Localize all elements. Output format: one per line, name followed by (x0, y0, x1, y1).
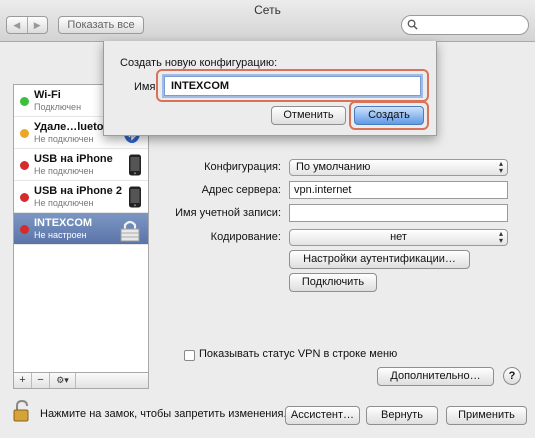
remove-service-button[interactable]: − (32, 373, 50, 388)
sheet-title: Создать новую конфигурацию: (120, 57, 278, 69)
lock-message: Нажмите на замок, чтобы запретить измене… (40, 408, 287, 420)
lock-icon[interactable] (12, 400, 32, 422)
title-bar: Сеть ◀ ▶ Показать все (0, 0, 535, 42)
service-name: Wi-Fi (34, 89, 61, 101)
status-dot (20, 193, 29, 202)
iphone-icon (129, 154, 141, 176)
service-item-usb-iphone[interactable]: USB на iPhone Не подключен (14, 149, 148, 181)
name-field-highlight (156, 69, 429, 102)
show-vpn-status-label: Показывать статус VPN в строке меню (199, 348, 398, 360)
advanced-button[interactable]: Дополнительно… (377, 367, 494, 386)
action-menu-button[interactable]: ⚙▾ (50, 373, 76, 388)
service-list-toolbar: + − ⚙▾ (13, 373, 149, 389)
status-dot (20, 97, 29, 106)
name-label: Имя (134, 81, 156, 93)
encryption-value: нет (390, 231, 407, 243)
add-service-button[interactable]: + (14, 373, 32, 388)
iphone-icon (129, 186, 141, 208)
revert-button[interactable]: Вернуть (366, 406, 438, 425)
server-address-field[interactable]: vpn.internet (289, 181, 508, 199)
service-item-intexcom[interactable]: INTEXCOM Не настроен (14, 213, 148, 245)
configuration-label: Конфигурация: (204, 161, 281, 173)
search-icon (407, 19, 418, 30)
vpn-lock-icon (120, 220, 140, 242)
account-name-field[interactable] (289, 204, 508, 222)
search-field[interactable] (401, 15, 529, 35)
service-name: INTEXCOM (34, 217, 93, 229)
encryption-popup[interactable]: нет ▴ ▾ (289, 229, 508, 246)
service-status: Подключен (34, 102, 82, 112)
status-dot (20, 161, 29, 170)
connect-button[interactable]: Подключить (289, 273, 377, 292)
encryption-label: Кодирование: (210, 231, 281, 243)
status-dot (20, 129, 29, 138)
status-dot (20, 225, 29, 234)
help-button[interactable]: ? (503, 367, 521, 385)
new-configuration-sheet: Создать новую конфигурацию: Имя INTEXCOM… (103, 41, 437, 136)
service-status: Не подключен (34, 166, 94, 176)
create-button-highlight (349, 101, 429, 130)
service-name: USB на iPhone (34, 153, 113, 165)
account-name-label: Имя учетной записи: (175, 207, 281, 219)
authentication-settings-button[interactable]: Настройки аутентификации… (289, 250, 470, 269)
service-item-usb-iphone-2[interactable]: USB на iPhone 2 Не подключен (14, 181, 148, 213)
popup-arrows-icon: ▴ ▾ (498, 229, 503, 245)
service-status: Не подключен (34, 134, 94, 144)
back-button[interactable]: ◀ (7, 17, 27, 33)
service-status: Не настроен (34, 230, 87, 240)
configuration-value: По умолчанию (296, 161, 371, 173)
network-preferences-window: Сеть ◀ ▶ Показать все Wi-Fi Подключен Уд… (0, 0, 535, 438)
assistant-button[interactable]: Ассистент… (285, 406, 360, 425)
service-status: Не подключен (34, 198, 94, 208)
show-all-button[interactable]: Показать все (58, 16, 144, 34)
show-vpn-status-checkbox[interactable] (184, 350, 195, 361)
forward-button[interactable]: ▶ (26, 17, 48, 33)
apply-button[interactable]: Применить (446, 406, 527, 425)
cancel-button[interactable]: Отменить (271, 106, 346, 125)
configuration-popup[interactable]: По умолчанию ▴ ▾ (289, 159, 508, 176)
server-address-label: Адрес сервера: (201, 184, 281, 196)
nav-buttons: ◀ ▶ (6, 16, 48, 34)
service-name: USB на iPhone 2 (34, 185, 122, 197)
popup-arrows-icon: ▴ ▾ (498, 159, 503, 175)
